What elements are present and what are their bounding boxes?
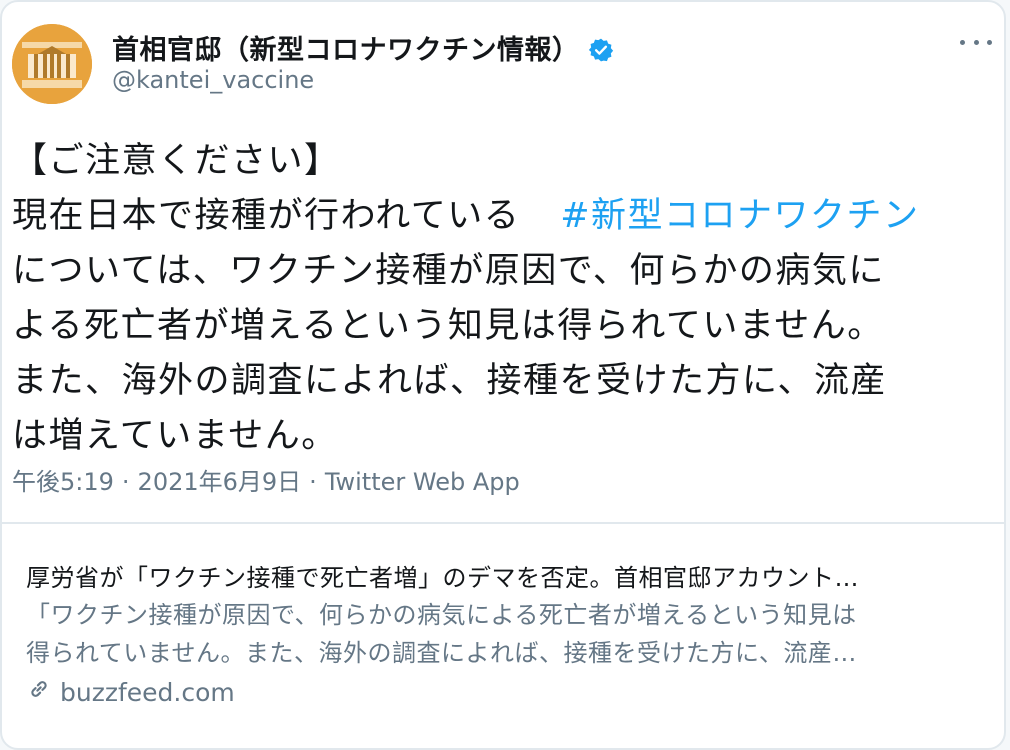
tweet-line-text: 現在日本で接種が行われている: [12, 196, 521, 236]
meta-separator: ·: [121, 468, 130, 496]
tweet-line: 【ご注意ください】: [12, 141, 341, 181]
tweet-meta: 午後5:19 · 2021年6月9日 · Twitter Web App: [12, 462, 520, 497]
display-name[interactable]: 首相官邸（新型コロナワクチン情報）: [112, 28, 614, 70]
kantei-building-logo-icon: [12, 24, 92, 104]
tweet-card: 首相官邸（新型コロナワクチン情報） @kantei_vaccine 【ご注意くだ…: [0, 0, 1006, 750]
card-title: 厚労省が「ワクチン接種で死亡者増」のデマを否定。首相官邸アカウント…: [26, 564, 859, 592]
tweet-line: については、ワクチン接種が原因で、何らかの病気に: [12, 251, 885, 291]
more-dot: [987, 39, 992, 45]
tweet-line: よる死亡者が増えるという知見は得られていません。: [12, 306, 884, 346]
more-dots-icon: [960, 39, 965, 45]
card-description: 「ワクチン接種が原因で、何らかの病気による死亡者が増えるという知見は 得られてい…: [26, 596, 986, 672]
card-description-line: 得られていません。また、海外の調査によれば、接種を受けた方に、流産…: [26, 639, 857, 667]
tweet-text: 【ご注意ください】 現在日本で接種が行われている #新型コロナワクチン については…: [12, 134, 1002, 464]
card-domain: buzzfeed.com: [26, 676, 235, 708]
more-options-button[interactable]: [960, 32, 992, 52]
tweet-time: 午後5:19: [12, 468, 114, 496]
tweet-time-link[interactable]: 午後5:19 · 2021年6月9日: [12, 468, 301, 496]
card-description-line: 「ワクチン接種が原因で、何らかの病気による死亡者が増えるという知見は: [26, 601, 857, 629]
account-handle[interactable]: @kantei_vaccine: [112, 66, 314, 94]
link-preview-card[interactable]: 厚労省が「ワクチン接種で死亡者増」のデマを否定。首相官邸アカウント… 「ワクチン…: [2, 524, 1004, 748]
card-domain-text: buzzfeed.com: [60, 677, 235, 707]
avatar[interactable]: [12, 24, 92, 104]
tweet-line: は増えていません。: [12, 416, 338, 456]
more-dot: [973, 39, 979, 45]
hashtag-link[interactable]: #新型コロナワクチン: [560, 196, 919, 236]
tweet-line: また、海外の調査によれば、接種を受けた方に、流産: [12, 361, 887, 401]
meta-separator: ·: [309, 468, 317, 496]
tweet-source-link[interactable]: Twitter Web App: [325, 468, 520, 496]
tweet-line: 現在日本で接種が行われている #新型コロナワクチン: [12, 189, 1002, 244]
tweet-date: 2021年6月9日: [137, 468, 302, 496]
display-name-text: 首相官邸（新型コロナワクチン情報）: [112, 35, 580, 66]
verified-badge-icon: [588, 37, 614, 70]
link-icon: [26, 676, 52, 708]
